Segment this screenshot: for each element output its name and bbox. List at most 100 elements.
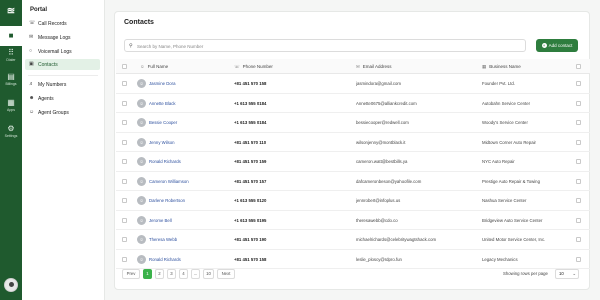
page-button-1[interactable]: 1 xyxy=(143,269,152,279)
page-button-10[interactable]: 10 xyxy=(203,269,214,279)
rows-per-page-value: 10 xyxy=(559,271,564,276)
row-checkbox[interactable] xyxy=(122,100,127,106)
sidebar-item-agents[interactable]: ☻ Agents xyxy=(25,93,100,104)
table-row[interactable]: ☺ Cameron Williamson +81 451 570 157 dafcam… xyxy=(116,172,590,192)
contact-name-link[interactable]: Theresa Webb xyxy=(149,230,231,250)
row-action-checkbox[interactable] xyxy=(576,178,581,184)
row-action-checkbox[interactable] xyxy=(576,237,581,242)
search-input[interactable] xyxy=(137,42,517,50)
contact-business: Woody's Service Center xyxy=(482,120,528,125)
contact-avatar: ☺ xyxy=(137,196,146,205)
column-business-name[interactable]: ▦ Business Name xyxy=(482,59,521,74)
sidebar-item-contacts[interactable]: ▣ Contacts xyxy=(25,59,100,70)
contact-phone: +81 451 570 157 xyxy=(234,178,267,184)
rail-item-billings[interactable]: ▤ Billings xyxy=(0,72,22,92)
row-checkbox[interactable] xyxy=(122,198,127,203)
contact-email: leslie_ploscy@rdpro.fun xyxy=(356,256,402,262)
column-label: Phone Number xyxy=(242,64,273,69)
table-row[interactable]: ☺ Annette Black +1 613 555 0184 Annette0675… xyxy=(116,94,590,114)
contact-name-link[interactable]: Cameron Williamson xyxy=(149,172,231,192)
row-checkbox[interactable] xyxy=(122,256,127,262)
column-full-name[interactable]: ☺ Full Name xyxy=(140,59,168,74)
rail-item-settings[interactable]: ⚙ Settings xyxy=(0,124,22,144)
rows-per-page-select[interactable]: 10 ⌄ xyxy=(555,269,579,279)
rail-item-dialer[interactable]: ⠿ Dialer xyxy=(0,48,22,68)
rail-label: Settings xyxy=(4,134,18,138)
portal-sidebar: Portal ☏ Call Records ✉ Message Logs ○ V… xyxy=(22,0,105,300)
row-action-checkbox[interactable] xyxy=(576,256,581,262)
page-button-3[interactable]: 3 xyxy=(167,269,176,279)
search-icon: ⚲ xyxy=(129,43,133,49)
sidebar-item-label: My Numbers xyxy=(38,81,67,88)
next-page-button[interactable]: Next xyxy=(217,269,235,279)
contact-phone: +81 451 570 190 xyxy=(234,237,267,242)
row-checkbox[interactable] xyxy=(122,120,127,125)
row-checkbox[interactable] xyxy=(122,237,127,242)
row-action-checkbox[interactable] xyxy=(576,159,581,164)
contact-name-link[interactable]: Jenny Wilson xyxy=(149,133,231,153)
rail-item-phone[interactable]: ■ xyxy=(0,26,22,46)
sidebar-item-call-records[interactable]: ☏ Call Records xyxy=(25,18,100,29)
sidebar-item-agent-groups[interactable]: ☺ Agent Groups xyxy=(25,107,100,118)
column-label: Business Name xyxy=(489,64,521,69)
contact-avatar: ☺ xyxy=(137,157,146,166)
sidebar-item-my-numbers[interactable]: ♬ My Numbers xyxy=(25,79,100,90)
contacts-icon: ▣ xyxy=(29,61,34,67)
agent-icon: ☻ xyxy=(29,95,35,101)
contact-business: Founder Pvt. Ltd. xyxy=(482,81,515,86)
table-row[interactable]: ☺ Jasmine Dora +81 451 570 158 jasmindora@g… xyxy=(116,74,590,94)
row-action-checkbox[interactable] xyxy=(576,81,581,86)
contact-phone: +1 613 555 0184 xyxy=(234,100,267,106)
table-row[interactable]: ☺ Bessie Cooper +1 613 555 0184 bessiecoope… xyxy=(116,113,590,133)
row-checkbox[interactable] xyxy=(122,81,127,86)
sidebar-item-message-logs[interactable]: ✉ Message Logs xyxy=(25,32,100,43)
contact-name-link[interactable]: Jasmine Dora xyxy=(149,74,231,94)
page-button-2[interactable]: 2 xyxy=(155,269,164,279)
table-row[interactable]: ☺ Jerome Bell +1 613 555 0195 theresawebb@c… xyxy=(116,211,590,231)
table-row[interactable]: ☺ Ronald Richards +81 451 570 159 cameron.w… xyxy=(116,152,590,172)
user-avatar[interactable] xyxy=(4,278,18,292)
contact-name-link[interactable]: Ronald Richards xyxy=(149,152,231,172)
sidebar-item-voicemail-logs[interactable]: ○ Voicemail Logs xyxy=(25,46,100,57)
contact-name-link[interactable]: Bessie Cooper xyxy=(149,113,231,133)
page-button-4[interactable]: 4 xyxy=(179,269,188,279)
search-box[interactable]: ⚲ xyxy=(124,39,526,52)
table-row[interactable]: ☺ Darlene Robertson +1 613 555 0120 jennrob… xyxy=(116,191,590,211)
column-settings-checkbox[interactable] xyxy=(576,64,581,69)
row-checkbox[interactable] xyxy=(122,217,127,223)
contact-name-link[interactable]: Annette Black xyxy=(149,94,231,114)
plus-icon: + xyxy=(541,43,547,49)
contact-avatar: ☺ xyxy=(137,235,146,244)
column-label: Email Address xyxy=(362,64,392,69)
table-row[interactable]: ☺ Ronald Richards +81 451 570 158 leslie_pl… xyxy=(116,250,590,270)
row-checkbox[interactable] xyxy=(122,159,127,164)
row-action-checkbox[interactable] xyxy=(576,100,581,106)
prev-page-button[interactable]: Prev xyxy=(122,269,140,279)
row-checkbox[interactable] xyxy=(122,178,127,184)
voicemail-icon: ○ xyxy=(29,48,33,54)
table-row[interactable]: ☺ Jenny Wilson +81 451 570 110 wilsonjenny@… xyxy=(116,133,590,153)
column-email-address[interactable]: ✉ Email Address xyxy=(356,59,392,74)
contact-business: Midtown Corner Auto Repair xyxy=(482,139,536,145)
contact-name-link[interactable]: Ronald Richards xyxy=(149,250,231,270)
rail-item-apps[interactable]: ▦ Apps xyxy=(0,98,22,118)
gear-icon: ⚙ xyxy=(7,124,15,133)
row-checkbox[interactable] xyxy=(122,139,127,145)
grid-icon: ⠿ xyxy=(8,48,14,57)
column-phone-number[interactable]: ☏ Phone Number xyxy=(234,59,273,74)
row-action-checkbox[interactable] xyxy=(576,139,581,145)
app-logo[interactable]: ≊ xyxy=(5,6,17,18)
add-contact-button[interactable]: + Add contact xyxy=(536,39,578,52)
row-action-checkbox[interactable] xyxy=(576,198,581,203)
row-action-checkbox[interactable] xyxy=(576,217,581,223)
contact-name-link[interactable]: Darlene Robertson xyxy=(149,191,231,211)
row-action-checkbox[interactable] xyxy=(576,120,581,125)
person-icon: ☺ xyxy=(140,64,145,69)
phone-icon: ■ xyxy=(8,31,14,40)
contacts-card: Contacts ⚲ +Add contact ☺Full Name ☏Phon… xyxy=(114,11,590,290)
select-all-checkbox[interactable] xyxy=(122,64,127,69)
contact-business: Autobahn Service Center xyxy=(482,100,531,106)
table-row[interactable]: ☺ Theresa Webb +81 451 570 190 michaelricha… xyxy=(116,230,590,250)
contact-business: NYC Auto Repair xyxy=(482,159,515,164)
contact-name-link[interactable]: Jerome Bell xyxy=(149,211,231,231)
